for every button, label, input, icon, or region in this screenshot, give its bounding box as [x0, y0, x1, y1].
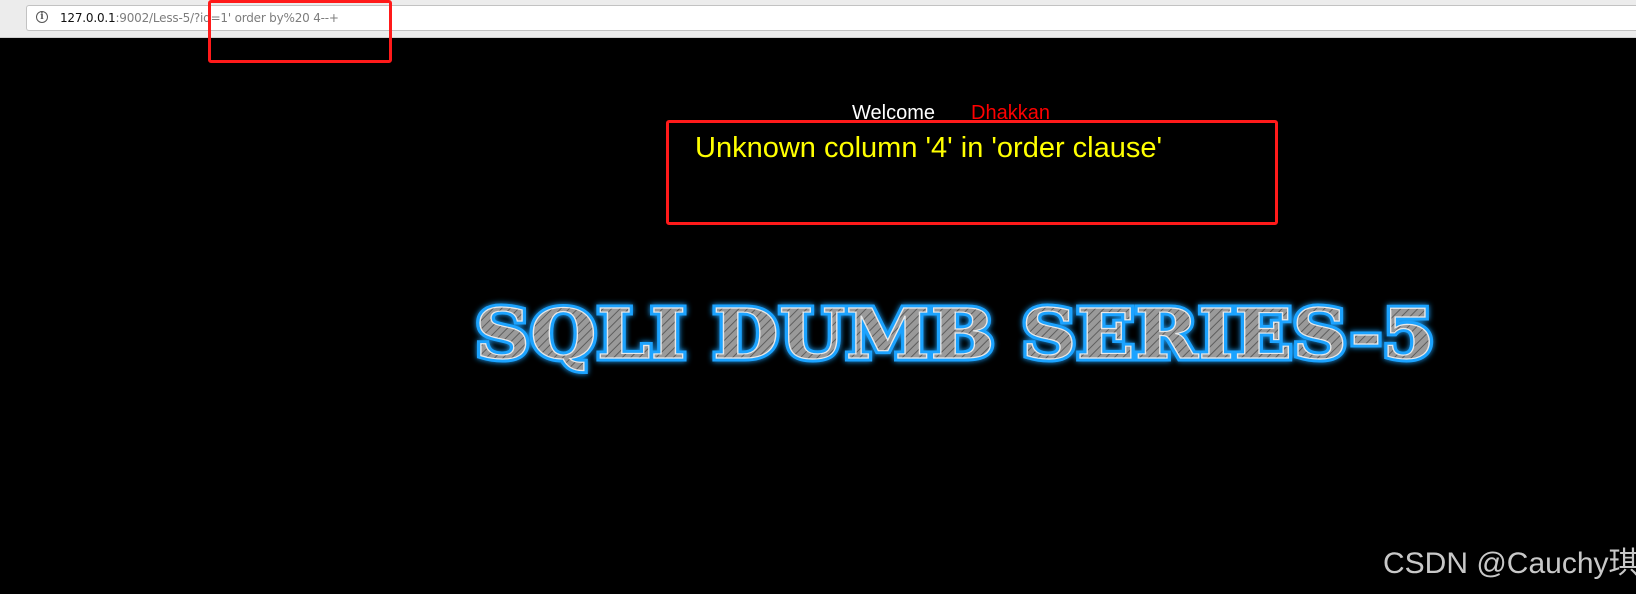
url-host: 127.0.0.1	[60, 11, 116, 25]
banner-text: SQLI DUMB SERIES-5	[475, 295, 1435, 375]
banner-graphic: SQLI DUMB SERIES-5 SQLI DUMB SERIES-5	[472, 292, 1439, 379]
sql-error-message: Unknown column '4' in 'order clause'	[695, 132, 1163, 164]
info-icon[interactable]: i	[36, 11, 48, 23]
series-banner: SQLI DUMB SERIES-5 SQLI DUMB SERIES-5	[460, 290, 1450, 380]
url-highlight-box	[208, 0, 392, 63]
csdn-watermark: CSDN @Cauchy琪	[1383, 547, 1636, 580]
